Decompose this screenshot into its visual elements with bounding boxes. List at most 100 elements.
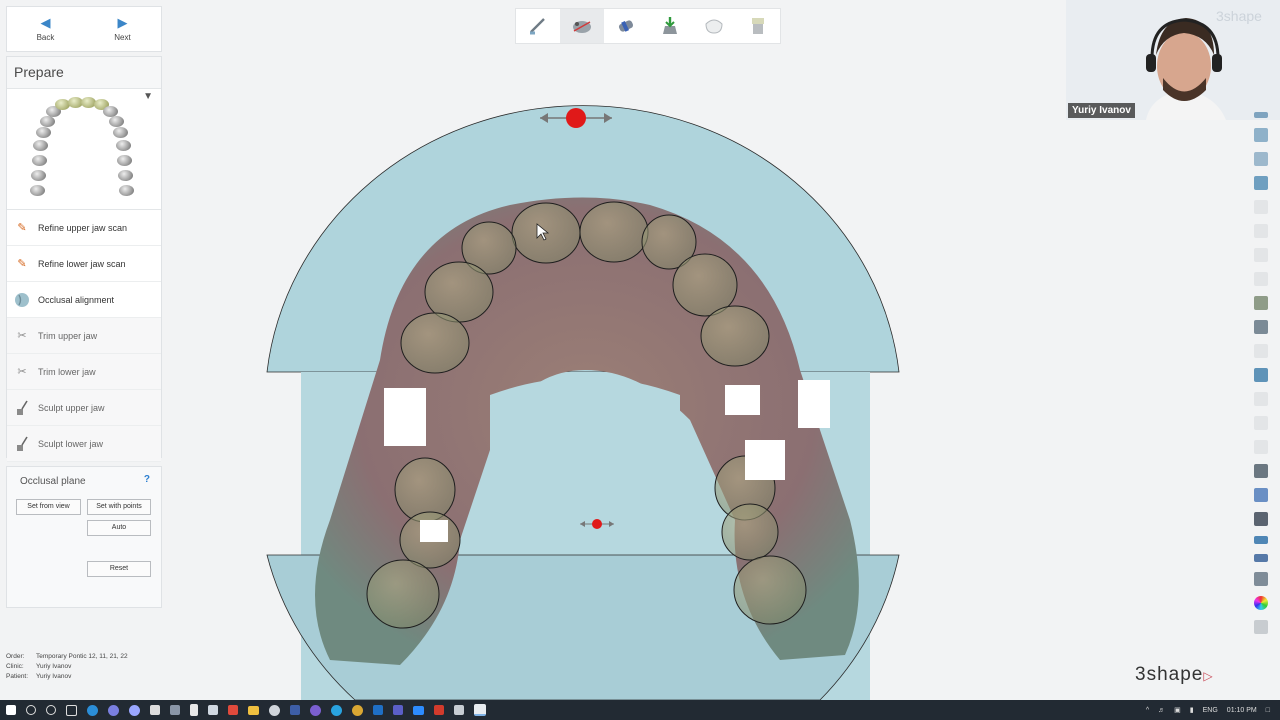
pdf-icon[interactable]	[434, 705, 444, 715]
step-sculpt-lower-jaw[interactable]: Sculpt lower jaw	[7, 426, 161, 462]
prepare-panel: Prepare ▼ ✎ Refine upper jaw scan ✎ Refi…	[6, 56, 162, 462]
outlook-icon[interactable]	[373, 705, 383, 715]
system-tray: ^ ♬ ▣ ▮ ENG 01:10 PM □	[1146, 700, 1270, 720]
dental-app-icon[interactable]	[454, 705, 464, 715]
chrome-icon[interactable]	[108, 704, 119, 716]
reset-button[interactable]: Reset	[87, 561, 151, 577]
back-label: Back	[36, 33, 55, 42]
widgets-icon[interactable]	[66, 704, 77, 716]
volume-icon[interactable]: ♬	[1158, 707, 1165, 714]
navigation-box: ◀ Back ▶ Next	[6, 6, 162, 52]
tooth-icon[interactable]	[692, 9, 736, 43]
explorer-icon[interactable]	[248, 705, 259, 715]
tooth-icon	[36, 127, 51, 138]
step-label: Occlusal alignment	[38, 294, 115, 305]
view-disabled-icon[interactable]	[1254, 200, 1268, 214]
view-side-icon[interactable]	[1254, 176, 1268, 190]
start-icon[interactable]	[6, 705, 16, 715]
task-view-icon[interactable]	[46, 705, 56, 715]
notifications-icon[interactable]: □	[1266, 707, 1270, 714]
firefox-icon[interactable]	[129, 704, 140, 716]
view-disabled-icon[interactable]	[1254, 392, 1268, 406]
step-refine-lower-jaw-scan[interactable]: ✎ Refine lower jaw scan	[7, 246, 161, 282]
language-indicator[interactable]: ENG	[1203, 707, 1218, 714]
color-scan-icon[interactable]	[1254, 488, 1268, 502]
chevron-down-icon[interactable]	[1254, 512, 1268, 526]
ruler-icon[interactable]	[1254, 320, 1268, 334]
view-disabled-icon[interactable]	[1254, 344, 1268, 358]
skype-icon[interactable]	[331, 704, 342, 716]
order-value: Temporary Pontic 12, 11, 21, 22	[36, 653, 128, 660]
chevron-up-icon[interactable]: ^	[1146, 707, 1149, 714]
palate-gap	[490, 377, 680, 510]
warning-icon[interactable]	[1254, 416, 1268, 430]
patient-label: Patient:	[6, 673, 29, 680]
step-occlusal-alignment[interactable]: Occlusal alignment	[7, 282, 161, 318]
brush-icon[interactable]	[1254, 554, 1268, 562]
presenter-avatar	[1146, 18, 1226, 120]
view-front-icon[interactable]	[1254, 128, 1268, 142]
settings-icon[interactable]	[1254, 620, 1268, 634]
view-back-icon[interactable]	[1254, 152, 1268, 166]
network-icon[interactable]: ▣	[1174, 706, 1181, 714]
back-button[interactable]: ◀ Back	[7, 7, 84, 51]
step-trim-lower-jaw[interactable]: ✂ Trim lower jaw	[7, 354, 161, 390]
app-icon[interactable]	[208, 705, 218, 715]
taskbar-clock[interactable]: 01:10 PM	[1227, 707, 1257, 714]
set-from-view-button[interactable]: Set from view	[16, 499, 81, 515]
view-disabled-icon[interactable]	[1254, 440, 1268, 454]
step-trim-upper-jaw[interactable]: ✂ Trim upper jaw	[7, 318, 161, 354]
scalpel-icon[interactable]	[516, 9, 560, 43]
view-disabled-icon[interactable]	[1254, 224, 1268, 238]
chrome-icon[interactable]	[352, 704, 363, 716]
dental-app-active-icon[interactable]	[474, 704, 486, 716]
jaw-scan-icon[interactable]	[560, 9, 604, 43]
jaw-lower-icon[interactable]	[1254, 464, 1268, 478]
jaw-upper-icon[interactable]	[1254, 296, 1268, 310]
margin-tool-icon[interactable]	[604, 9, 648, 43]
insertion-direction-icon[interactable]	[648, 9, 692, 43]
view-copy-icon[interactable]	[1254, 112, 1268, 118]
next-label: Next	[114, 33, 131, 42]
step-refine-upper-jaw-scan[interactable]: ✎ Refine upper jaw scan	[7, 210, 161, 246]
notepad-icon[interactable]	[190, 704, 198, 716]
step-sculpt-upper-jaw[interactable]: Sculpt upper jaw	[7, 390, 161, 426]
word-icon[interactable]	[290, 705, 300, 715]
order-info: Order: Temporary Pontic 12, 11, 21, 22 Cl…	[6, 652, 128, 682]
teams-icon[interactable]	[393, 705, 403, 715]
step-label: Trim upper jaw	[38, 330, 98, 341]
battery-icon[interactable]: ▮	[1190, 706, 1194, 714]
chevron-down-icon[interactable]: ▼	[143, 91, 153, 102]
refine-scan-icon: ✎	[17, 258, 27, 270]
tooth-icon	[32, 155, 47, 166]
back-arrow-icon: ◀	[40, 15, 51, 30]
set-with-points-button[interactable]: Set with points	[87, 499, 151, 515]
die-icon[interactable]	[736, 9, 780, 43]
auto-button[interactable]: Auto	[87, 520, 151, 536]
search-icon[interactable]	[26, 705, 36, 715]
browser-icon[interactable]	[269, 704, 280, 716]
jaw-both-icon[interactable]	[1254, 368, 1268, 382]
slides-icon[interactable]	[228, 705, 238, 715]
rotate-handle-bottom	[580, 519, 614, 529]
store-icon[interactable]	[150, 705, 160, 715]
tooth-icon	[116, 140, 131, 151]
clip-plane-icon[interactable]	[1254, 536, 1268, 544]
view-disabled-icon[interactable]	[1254, 272, 1268, 286]
search-icon[interactable]	[1254, 248, 1268, 262]
occlusal-plane-disc-bottom	[266, 554, 900, 701]
camera-icon[interactable]	[170, 705, 180, 715]
patient-value: Yuriy Ivanov	[36, 673, 72, 680]
zoom-icon[interactable]	[413, 705, 424, 715]
webcam-video: 3shape Yuriy Ivanov	[1066, 0, 1280, 120]
tooth-icon	[109, 116, 124, 127]
step-label: Sculpt upper jaw	[38, 402, 105, 413]
edge-icon[interactable]	[87, 704, 98, 716]
viber-icon[interactable]	[310, 704, 321, 716]
help-icon[interactable]: ?	[144, 474, 150, 485]
occlusal-plane-title: Occlusal plane	[20, 476, 86, 487]
color-wheel-icon[interactable]	[1254, 596, 1268, 610]
jaw-diagram[interactable]: ▼	[7, 89, 161, 210]
next-button[interactable]: ▶ Next	[84, 7, 161, 51]
jaw-model-icon[interactable]	[1254, 572, 1268, 586]
